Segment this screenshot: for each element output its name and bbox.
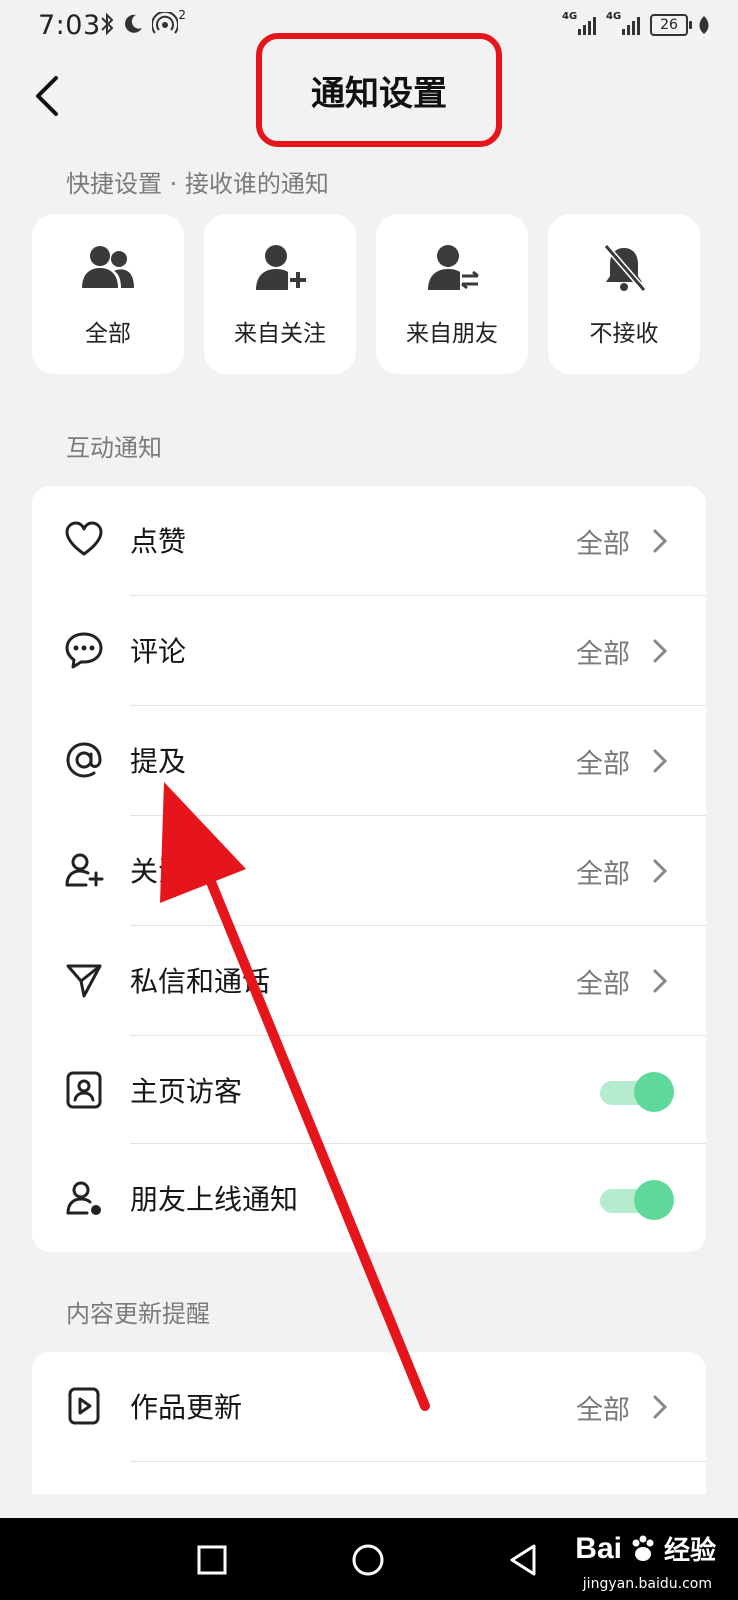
back-nav-button[interactable] xyxy=(504,1540,544,1580)
network-label-2: 4G xyxy=(606,11,622,22)
moon-icon xyxy=(125,14,142,33)
quick-option-label: 全部 xyxy=(85,321,131,347)
toggle-knob xyxy=(634,1072,674,1112)
baidu-watermark: Bai 经验 jingyan.baidu.com xyxy=(575,1530,716,1593)
video-icon xyxy=(68,1387,100,1425)
heart-icon xyxy=(65,521,103,556)
content-updates-label: 内容更新提醒 xyxy=(66,1300,210,1328)
watermark-text: 经验 xyxy=(663,1536,716,1566)
user-online-icon xyxy=(66,1181,101,1215)
row-label: 点赞 xyxy=(130,525,187,558)
profile-visitors-toggle[interactable] xyxy=(598,1070,674,1114)
status-time: 7:03 xyxy=(38,10,101,41)
hotspot-count: 2 xyxy=(178,8,186,22)
quick-option-all[interactable]: 全部 xyxy=(32,214,184,374)
row-label: 朋友上线通知 xyxy=(130,1183,299,1216)
chevron-right-icon xyxy=(653,1395,668,1419)
row-value: 全部 xyxy=(576,969,630,1000)
bell-off-icon xyxy=(603,244,647,292)
toggle-knob xyxy=(634,1180,674,1220)
row-label: 私信和通话 xyxy=(130,965,271,998)
person-add-icon xyxy=(256,245,306,290)
row-follows[interactable]: 关注 全部 xyxy=(32,816,706,926)
content-updates-card: 作品更新 全部 xyxy=(32,1352,706,1494)
signal-1-icon: 4G xyxy=(562,11,596,35)
chevron-right-icon xyxy=(653,969,668,993)
quick-option-none[interactable]: 不接收 xyxy=(548,214,700,374)
chevron-right-icon xyxy=(653,859,668,883)
battery-icon: 26 xyxy=(650,14,692,36)
watermark-logo: Bai xyxy=(575,1531,622,1565)
quick-option-label: 来自朋友 xyxy=(406,321,498,347)
row-value: 全部 xyxy=(576,639,630,670)
signal-2-icon: 4G xyxy=(606,11,640,35)
row-value: 全部 xyxy=(576,1395,630,1426)
at-icon xyxy=(66,742,102,778)
row-label: 评论 xyxy=(130,635,187,668)
quick-option-label: 不接收 xyxy=(589,321,659,347)
row-comments[interactable]: 评论 全部 xyxy=(32,596,706,706)
row-mentions[interactable]: 提及 全部 xyxy=(32,706,706,816)
row-label: 主页访客 xyxy=(130,1075,243,1108)
people-icon xyxy=(82,246,134,288)
hotspot-icon: 2 xyxy=(151,8,186,36)
chevron-right-icon xyxy=(653,529,668,553)
row-label: 作品更新 xyxy=(130,1391,243,1424)
row-work-updates[interactable]: 作品更新 全部 xyxy=(32,1352,706,1462)
watermark-url: jingyan.baidu.com xyxy=(582,1576,712,1592)
row-messages-calls[interactable]: 私信和通话 全部 xyxy=(32,926,706,1036)
bluetooth-icon xyxy=(101,12,114,36)
row-value: 全部 xyxy=(576,859,630,890)
friends-online-toggle[interactable] xyxy=(598,1178,674,1222)
home-button[interactable] xyxy=(348,1540,388,1580)
network-label-1: 4G xyxy=(562,11,578,22)
back-button[interactable] xyxy=(30,72,70,120)
send-icon xyxy=(66,964,102,998)
status-icons-right: 4G 4G 26 xyxy=(562,11,710,36)
status-icons-left: 2 xyxy=(100,8,186,36)
comment-icon xyxy=(65,632,103,669)
row-label: 提及 xyxy=(130,745,187,778)
profile-card-icon xyxy=(66,1071,102,1109)
chevron-right-icon xyxy=(653,639,668,663)
row-value: 全部 xyxy=(576,749,630,780)
divider xyxy=(130,1461,706,1462)
interaction-section-label: 互动通知 xyxy=(66,434,162,462)
chevron-right-icon xyxy=(653,749,668,773)
quick-option-following[interactable]: 来自关注 xyxy=(204,214,356,374)
row-profile-visitors: 主页访客 xyxy=(32,1036,706,1144)
page-title-highlight: 通知设置 xyxy=(256,33,502,147)
row-label: 关注 xyxy=(130,855,187,888)
interaction-card: 点赞 全部 评论 全部 提及 全部 关注 全部 私信和通话 全部 主页访客 朋友… xyxy=(32,486,706,1252)
row-value: 全部 xyxy=(576,529,630,560)
page-title: 通知设置 xyxy=(311,73,447,114)
quick-settings: 全部 来自关注 来自朋友 不接收 xyxy=(32,214,700,374)
leaf-icon xyxy=(699,16,709,34)
row-likes[interactable]: 点赞 全部 xyxy=(32,486,706,596)
follow-icon xyxy=(65,853,104,887)
row-friends-online: 朋友上线通知 xyxy=(32,1144,706,1252)
paw-icon xyxy=(632,1535,654,1561)
quick-option-label: 来自关注 xyxy=(234,321,326,347)
quick-settings-label: 快捷设置 · 接收谁的通知 xyxy=(66,170,329,198)
recents-button[interactable] xyxy=(192,1540,232,1580)
system-nav-bar: Bai 经验 jingyan.baidu.com xyxy=(0,1518,738,1600)
quick-option-friends[interactable]: 来自朋友 xyxy=(376,214,528,374)
person-swap-icon xyxy=(428,245,479,290)
